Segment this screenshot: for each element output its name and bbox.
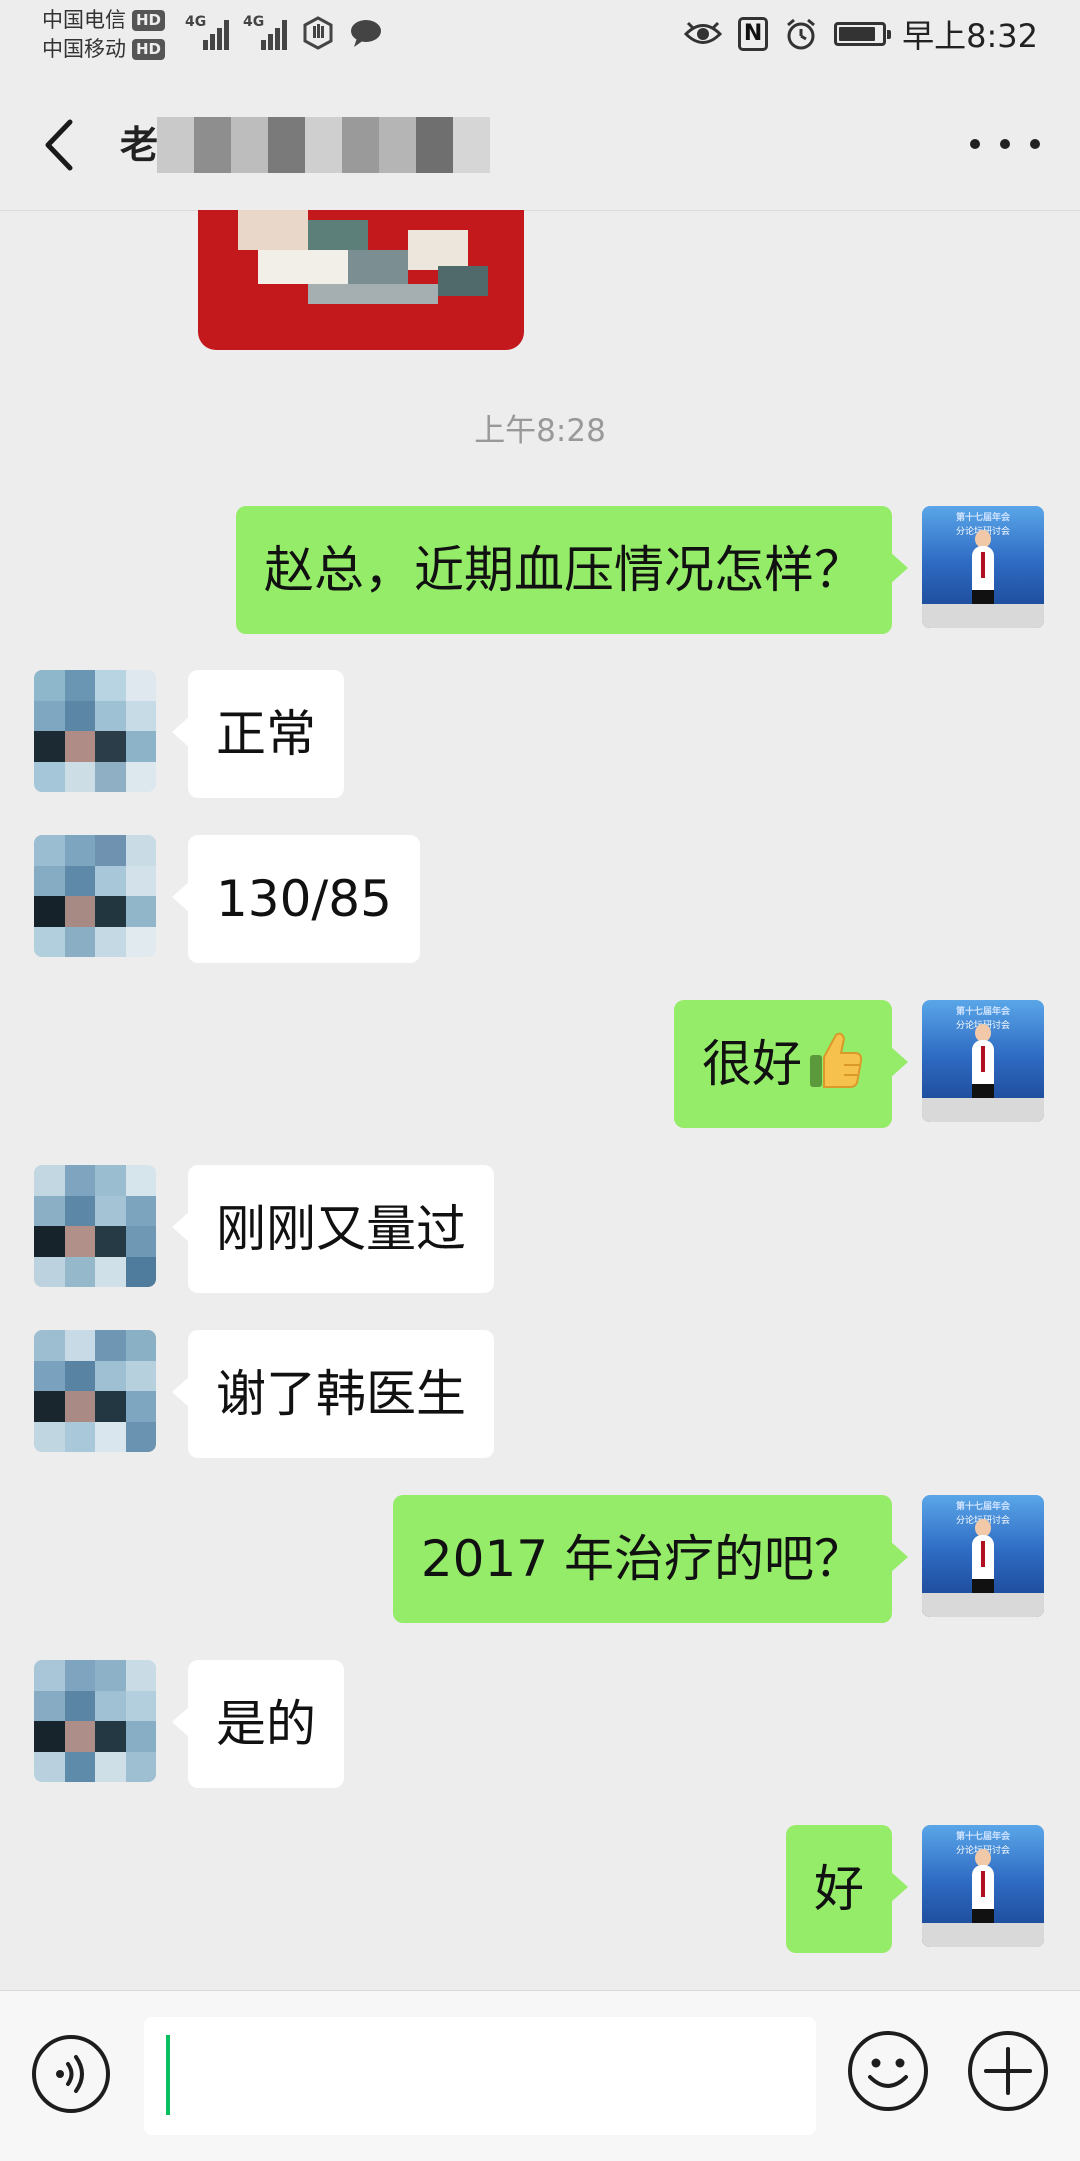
message-text: 赵总，近期血压情况怎样？: [264, 541, 864, 599]
blurred-title: [120, 117, 490, 173]
status-bar: 中国电信 HD 中国移动 HD 4G 4G N 早上8:32: [0, 0, 1080, 70]
battery-icon: [834, 22, 892, 46]
signal-icon-1: 4G: [185, 14, 229, 50]
message-bubble[interactable]: 130/85: [172, 835, 420, 963]
message-text: 谢了韩医生: [216, 1365, 466, 1423]
my-avatar[interactable]: 第十七届年会分论坛研讨会: [922, 1495, 1044, 1617]
message-row-incoming: 130/85: [0, 835, 1080, 965]
eye-comfort-icon: [684, 21, 723, 44]
message-bubble[interactable]: 是的: [172, 1660, 344, 1788]
nfc-icon: N: [738, 17, 769, 51]
message-row-incoming: 谢了韩医生: [0, 1330, 1080, 1460]
message-row-incoming: 刚刚又量过: [0, 1165, 1080, 1295]
message-text: 刚刚又量过: [216, 1200, 466, 1258]
hd-badge-1: HD: [132, 10, 166, 31]
carrier-name-2: 中国移动: [42, 37, 126, 61]
carrier-name-1: 中国电信: [42, 8, 126, 32]
contact-avatar[interactable]: [34, 835, 156, 957]
message-text: 好: [814, 1860, 864, 1918]
network-type-2: 4G: [243, 14, 265, 30]
message-input[interactable]: [144, 2017, 816, 2135]
message-bubble[interactable]: 刚刚又量过: [172, 1165, 494, 1293]
contact-avatar[interactable]: [34, 670, 156, 792]
thumbs-up-emoji-icon: [810, 1032, 863, 1088]
message-row-outgoing: 赵总，近期血压情况怎样？ 第十七届年会分论坛研讨会: [0, 506, 1080, 636]
battery-level: [839, 27, 876, 41]
voice-input-button[interactable]: [32, 2035, 110, 2113]
signal-icon-2: 4G: [243, 14, 287, 50]
message-text: 很好: [702, 1035, 802, 1093]
message-icon: [351, 20, 381, 47]
hd-badge-2: HD: [132, 39, 166, 60]
message-timestamp: 上午8:28: [474, 413, 606, 449]
carrier-info: 中国电信 HD 中国移动 HD: [42, 6, 166, 64]
message-row-incoming: 正常: [0, 670, 1080, 800]
status-right: N 早上8:32: [684, 10, 1038, 58]
status-time: 早上8:32: [902, 17, 1038, 55]
contact-avatar[interactable]: [34, 1660, 156, 1782]
chat-header: 老: [0, 80, 1080, 211]
message-bubble[interactable]: 好: [786, 1825, 908, 1953]
back-icon[interactable]: [30, 110, 90, 180]
contact-avatar[interactable]: [34, 1330, 156, 1452]
my-avatar[interactable]: 第十七届年会分论坛研讨会: [922, 1000, 1044, 1122]
image-message[interactable]: [198, 210, 524, 350]
smiley-icon[interactable]: [846, 2029, 930, 2113]
message-row-outgoing: 好 第十七届年会分论坛研讨会: [0, 1825, 1080, 1955]
network-type-1: 4G: [185, 14, 207, 30]
contact-avatar[interactable]: [34, 1165, 156, 1287]
dot-icon: [970, 139, 980, 149]
message-text: 130/85: [216, 870, 392, 928]
message-text: 2017 年治疗的吧？: [420, 1530, 864, 1588]
alarm-icon: [787, 18, 816, 50]
chat-title-text: 老: [120, 123, 159, 167]
plus-icon[interactable]: [966, 2029, 1050, 2113]
dot-icon: [1030, 139, 1040, 149]
message-text: 是的: [216, 1695, 316, 1753]
more-options-button[interactable]: [970, 122, 1040, 166]
message-text: 正常: [216, 705, 316, 763]
my-avatar[interactable]: 第十七届年会分论坛研讨会: [922, 506, 1044, 628]
voice-icon: [56, 2055, 84, 2093]
message-bubble[interactable]: 很好: [674, 1000, 908, 1128]
message-row-outgoing: 很好 第十七届年会分论坛研讨会: [0, 1000, 1080, 1130]
hand-shield-icon: [303, 16, 333, 50]
message-bubble[interactable]: 赵总，近期血压情况怎样？: [236, 506, 908, 634]
chat-title: 老: [120, 117, 490, 173]
message-row-outgoing: 2017 年治疗的吧？ 第十七届年会分论坛研讨会: [0, 1495, 1080, 1625]
message-bubble[interactable]: 正常: [172, 670, 344, 798]
chat-input-bar: [0, 1990, 1080, 2161]
text-cursor: [166, 2035, 170, 2115]
dot-icon: [1000, 139, 1010, 149]
message-bubble[interactable]: 谢了韩医生: [172, 1330, 494, 1458]
message-row-incoming: 是的: [0, 1660, 1080, 1790]
my-avatar[interactable]: 第十七届年会分论坛研讨会: [922, 1825, 1044, 1947]
message-bubble[interactable]: 2017 年治疗的吧？: [392, 1495, 909, 1623]
network-icons: 4G 4G: [185, 14, 383, 50]
